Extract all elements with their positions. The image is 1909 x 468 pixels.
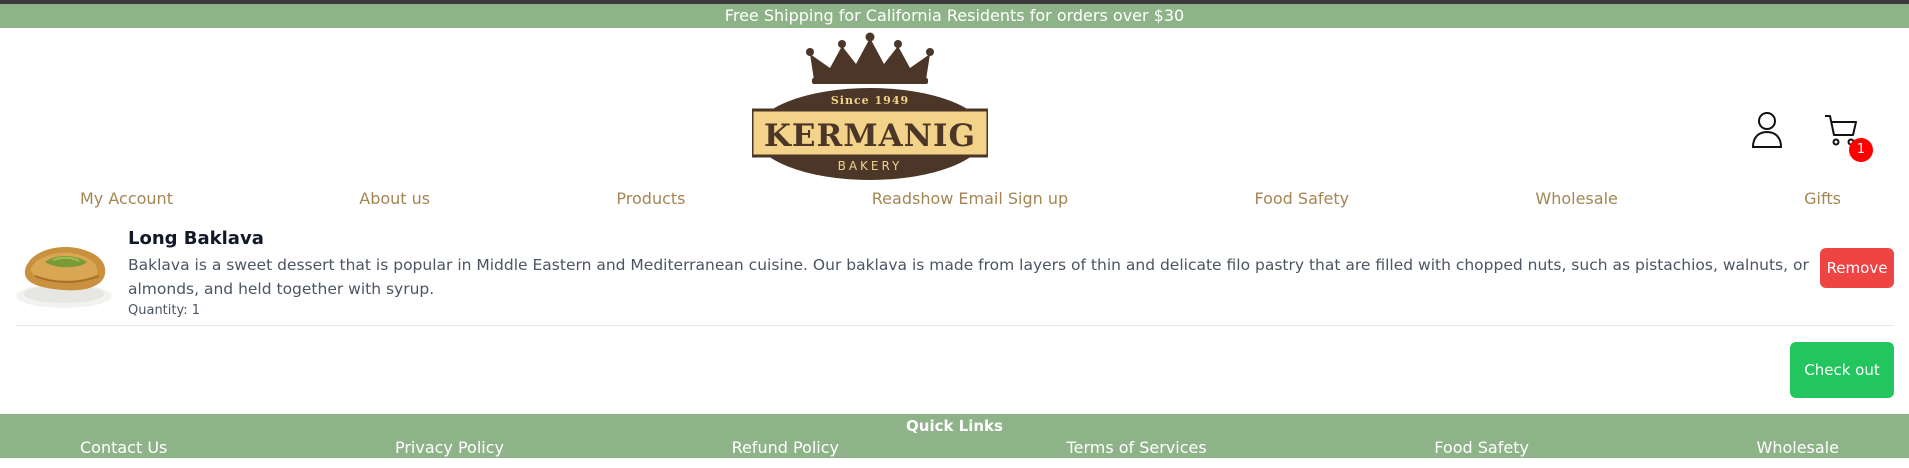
footer: Quick Links Contact Us Privacy Policy Re… bbox=[0, 414, 1909, 458]
footer-title: Quick Links bbox=[906, 417, 1003, 435]
item-title: Long Baklava bbox=[128, 228, 264, 249]
cart-button[interactable]: 1 bbox=[1821, 110, 1873, 162]
item-quantity: Quantity: 1 bbox=[128, 303, 201, 318]
footer-link-wholesale[interactable]: Wholesale bbox=[1757, 437, 1839, 459]
account-button[interactable] bbox=[1747, 110, 1787, 150]
nav-products[interactable]: Products bbox=[616, 189, 685, 208]
footer-link-contact-us[interactable]: Contact Us bbox=[80, 437, 167, 459]
user-icon bbox=[1751, 112, 1783, 148]
checkout-button[interactable]: Check out bbox=[1790, 342, 1894, 398]
logo-since: Since 1949 bbox=[831, 94, 909, 107]
nav-my-account[interactable]: My Account bbox=[80, 189, 173, 208]
main-nav: My Account About us Products Readshow Em… bbox=[0, 180, 1909, 216]
cart-item: Long Baklava Baklava is a sweet dessert … bbox=[15, 216, 1894, 326]
nav-readshow-email-signup[interactable]: Readshow Email Sign up bbox=[872, 189, 1068, 208]
nav-gifts[interactable]: Gifts bbox=[1804, 189, 1841, 208]
remove-button[interactable]: Remove bbox=[1820, 248, 1894, 288]
logo-sub: BAKERY bbox=[838, 159, 903, 173]
header-icons: 1 bbox=[1747, 110, 1873, 162]
nav-wholesale[interactable]: Wholesale bbox=[1535, 189, 1617, 208]
footer-link-terms-of-services[interactable]: Terms of Services bbox=[1067, 437, 1207, 459]
logo-graphic: Since 1949 KERMANIG BAKERY bbox=[752, 32, 988, 180]
footer-link-refund-policy[interactable]: Refund Policy bbox=[732, 437, 839, 459]
cart-count-badge: 1 bbox=[1849, 138, 1873, 162]
nav-food-safety[interactable]: Food Safety bbox=[1254, 189, 1349, 208]
item-description: Baklava is a sweet dessert that is popul… bbox=[128, 256, 1809, 298]
footer-link-food-safety[interactable]: Food Safety bbox=[1434, 437, 1529, 459]
footer-links: Contact Us Privacy Policy Refund Policy … bbox=[0, 437, 1909, 459]
announcement-bar: Free Shipping for California Residents f… bbox=[0, 4, 1909, 28]
nav-about-us[interactable]: About us bbox=[359, 189, 430, 208]
header: Since 1949 KERMANIG BAKERY 1 bbox=[0, 28, 1909, 180]
logo-name: KERMANIG bbox=[764, 118, 976, 154]
crown-icon bbox=[806, 32, 934, 84]
footer-link-privacy-policy[interactable]: Privacy Policy bbox=[395, 437, 504, 459]
product-image bbox=[16, 246, 112, 308]
checkout-row: Check out bbox=[0, 326, 1909, 414]
brand-logo[interactable]: Since 1949 KERMANIG BAKERY bbox=[752, 32, 988, 182]
